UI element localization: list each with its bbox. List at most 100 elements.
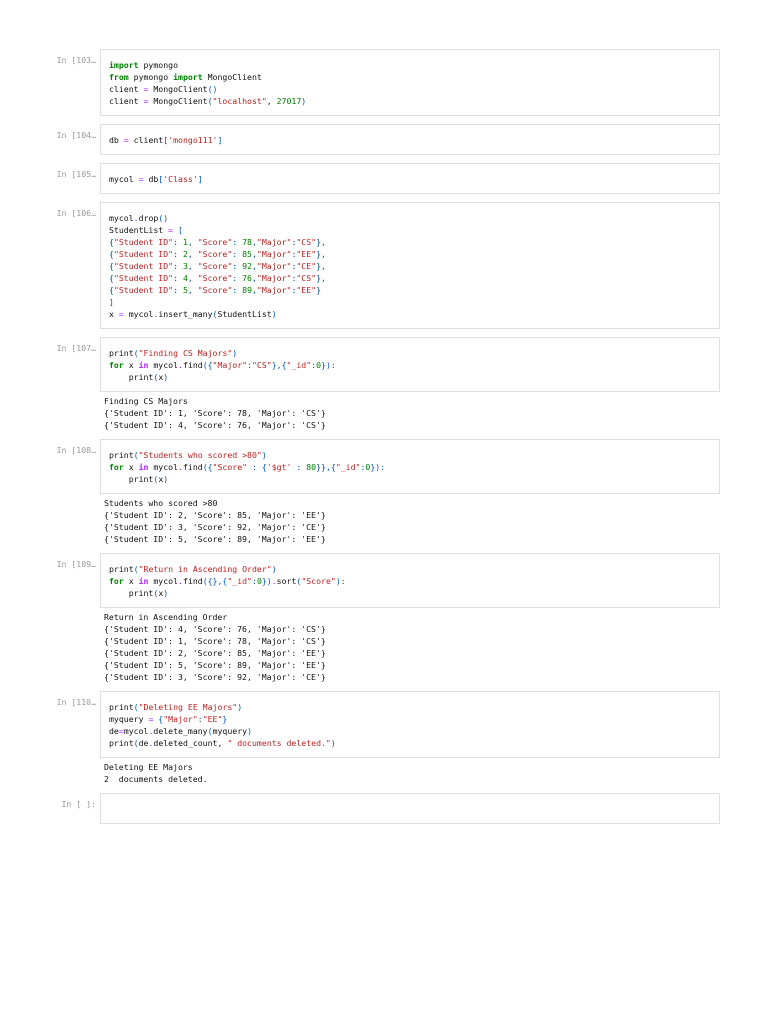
code-token: 'Class' bbox=[163, 174, 198, 184]
code-line: import pymongo bbox=[109, 59, 711, 71]
code-line: print("Deleting EE Majors") bbox=[109, 701, 711, 713]
cell-output: Students who scored >80 {'Student ID': 2,… bbox=[104, 497, 768, 545]
code-line: for x in mycol.find({"Score" : {'$gt' : … bbox=[109, 461, 711, 473]
code-token: "EE" bbox=[296, 285, 317, 295]
code-token: x bbox=[123, 462, 139, 472]
code-token: "Score" bbox=[197, 285, 233, 295]
code-token: print bbox=[109, 564, 134, 574]
code-token: db bbox=[143, 174, 159, 184]
code-token: myquery bbox=[109, 714, 149, 724]
code-token: drop bbox=[138, 213, 159, 223]
code-token: de bbox=[138, 738, 149, 748]
cell-prompt: In [ ]: bbox=[61, 799, 96, 809]
code-token: }): bbox=[370, 462, 386, 472]
code-token: ) bbox=[271, 564, 277, 574]
code-token: in bbox=[138, 576, 149, 586]
code-token: "EE" bbox=[296, 249, 317, 259]
code-token: "CS" bbox=[296, 273, 317, 283]
code-token: } bbox=[316, 285, 322, 295]
code-token: ] bbox=[197, 174, 203, 184]
code-token: ) bbox=[163, 372, 169, 382]
code-token: client bbox=[128, 135, 164, 145]
code-line: {"Student ID": 3, "Score": 92,"Major":"C… bbox=[109, 260, 711, 272]
code-token: }) bbox=[261, 576, 272, 586]
code-cell-input[interactable]: print("Deleting EE Majors") myquery = {"M… bbox=[100, 691, 720, 758]
code-line: print(x) bbox=[109, 587, 711, 599]
code-token: de bbox=[109, 726, 119, 736]
cell-prompt: In [110… bbox=[56, 697, 96, 707]
code-token: 80 bbox=[306, 462, 317, 472]
code-token: mycol bbox=[123, 309, 154, 319]
code-token: print bbox=[109, 474, 154, 484]
code-token: "Score" bbox=[197, 261, 233, 271]
code-cell-input[interactable]: mycol.drop() StudentList = [{"Student ID"… bbox=[100, 202, 720, 329]
code-token: "Student ID" bbox=[113, 273, 174, 283]
output-line: Deleting EE Majors bbox=[104, 762, 193, 772]
code-token: : bbox=[232, 273, 243, 283]
code-token: '$gt' bbox=[266, 462, 292, 472]
output-line: {'Student ID': 1, 'Score': 78, 'Major': … bbox=[104, 408, 326, 418]
code-token: ({ bbox=[202, 462, 213, 472]
cell-output: Deleting EE Majors 2 documents deleted. bbox=[104, 761, 768, 785]
code-token: ) bbox=[163, 588, 169, 598]
code-token: "Score" bbox=[197, 249, 233, 259]
code-token: x bbox=[123, 576, 139, 586]
code-token: , bbox=[187, 237, 198, 247]
code-token: , bbox=[187, 249, 198, 259]
code-token: , bbox=[266, 96, 277, 106]
code-token: ) bbox=[301, 96, 307, 106]
code-token: "Major" bbox=[256, 237, 292, 247]
code-token: mycol bbox=[109, 174, 139, 184]
code-token: pymongo bbox=[128, 72, 174, 82]
code-token: deleted_count, bbox=[153, 738, 228, 748]
code-token: find bbox=[182, 576, 203, 586]
code-token: find bbox=[182, 462, 203, 472]
output-line: {'Student ID': 4, 'Score': 76, 'Major': … bbox=[104, 420, 326, 430]
code-token: print bbox=[109, 738, 134, 748]
code-token: StudentList bbox=[217, 309, 272, 319]
code-cell-input[interactable]: import pymongo from pymongo import MongoC… bbox=[100, 49, 720, 116]
code-cell-row: In [104… db = client['mongo111'] bbox=[0, 124, 768, 155]
code-token: , bbox=[187, 285, 198, 295]
cell-prompt: In [109… bbox=[56, 559, 96, 569]
code-cell-input[interactable]: print("Students who scored >80") for x in… bbox=[100, 439, 720, 494]
code-token: pymongo bbox=[138, 60, 179, 70]
code-token: ] bbox=[109, 297, 114, 307]
cell-prompt: In [104… bbox=[56, 130, 96, 140]
code-token: () bbox=[158, 213, 169, 223]
code-cell-input[interactable]: mycol = db['Class'] bbox=[100, 163, 720, 194]
code-line: {"Student ID": 2, "Score": 85,"Major":"E… bbox=[109, 248, 711, 260]
code-token: ) bbox=[232, 348, 238, 358]
code-cell-input[interactable]: print("Finding CS Majors") for x in mycol… bbox=[100, 337, 720, 392]
code-line: ] bbox=[109, 296, 711, 308]
code-token: } bbox=[222, 714, 228, 724]
code-cell-input[interactable] bbox=[100, 793, 720, 824]
cell-output: Finding CS Majors {'Student ID': 1, 'Scor… bbox=[104, 395, 768, 431]
code-line: {"Student ID": 4, "Score": 76,"Major":"C… bbox=[109, 272, 711, 284]
code-line: db = client['mongo111'] bbox=[109, 134, 711, 146]
code-token: : bbox=[173, 261, 183, 271]
code-cell-input[interactable]: db = client['mongo111'] bbox=[100, 124, 720, 155]
code-token: "Student ID" bbox=[113, 261, 174, 271]
code-token: in bbox=[138, 462, 149, 472]
cell-prompt: In [108… bbox=[56, 445, 96, 455]
code-token: "localhost" bbox=[212, 96, 267, 106]
output-line: {'Student ID': 3, 'Score': 92, 'Major': … bbox=[104, 672, 326, 682]
code-cell-row: In [106… mycol.drop() StudentList = [{"Stu… bbox=[0, 202, 768, 329]
code-token: import bbox=[173, 72, 203, 82]
code-cell-row: In [108… print("Students who scored >80")… bbox=[0, 439, 768, 494]
code-token: ({},{ bbox=[202, 576, 228, 586]
cell-output: Return in Ascending Order {'Student ID': … bbox=[104, 611, 768, 683]
code-token: }, bbox=[316, 249, 326, 259]
code-token: , bbox=[187, 261, 198, 271]
code-token: 89 bbox=[242, 285, 252, 295]
code-token: x bbox=[123, 360, 139, 370]
code-token: : bbox=[173, 285, 183, 295]
code-token: : bbox=[291, 462, 307, 472]
code-token: 27017 bbox=[276, 96, 302, 106]
code-cell-input[interactable]: print("Return in Ascending Order") for x … bbox=[100, 553, 720, 608]
code-token: "Student ID" bbox=[113, 249, 174, 259]
code-token: delete_many bbox=[153, 726, 208, 736]
code-token: ({ bbox=[202, 360, 213, 370]
code-line: client = MongoClient() bbox=[109, 83, 711, 95]
